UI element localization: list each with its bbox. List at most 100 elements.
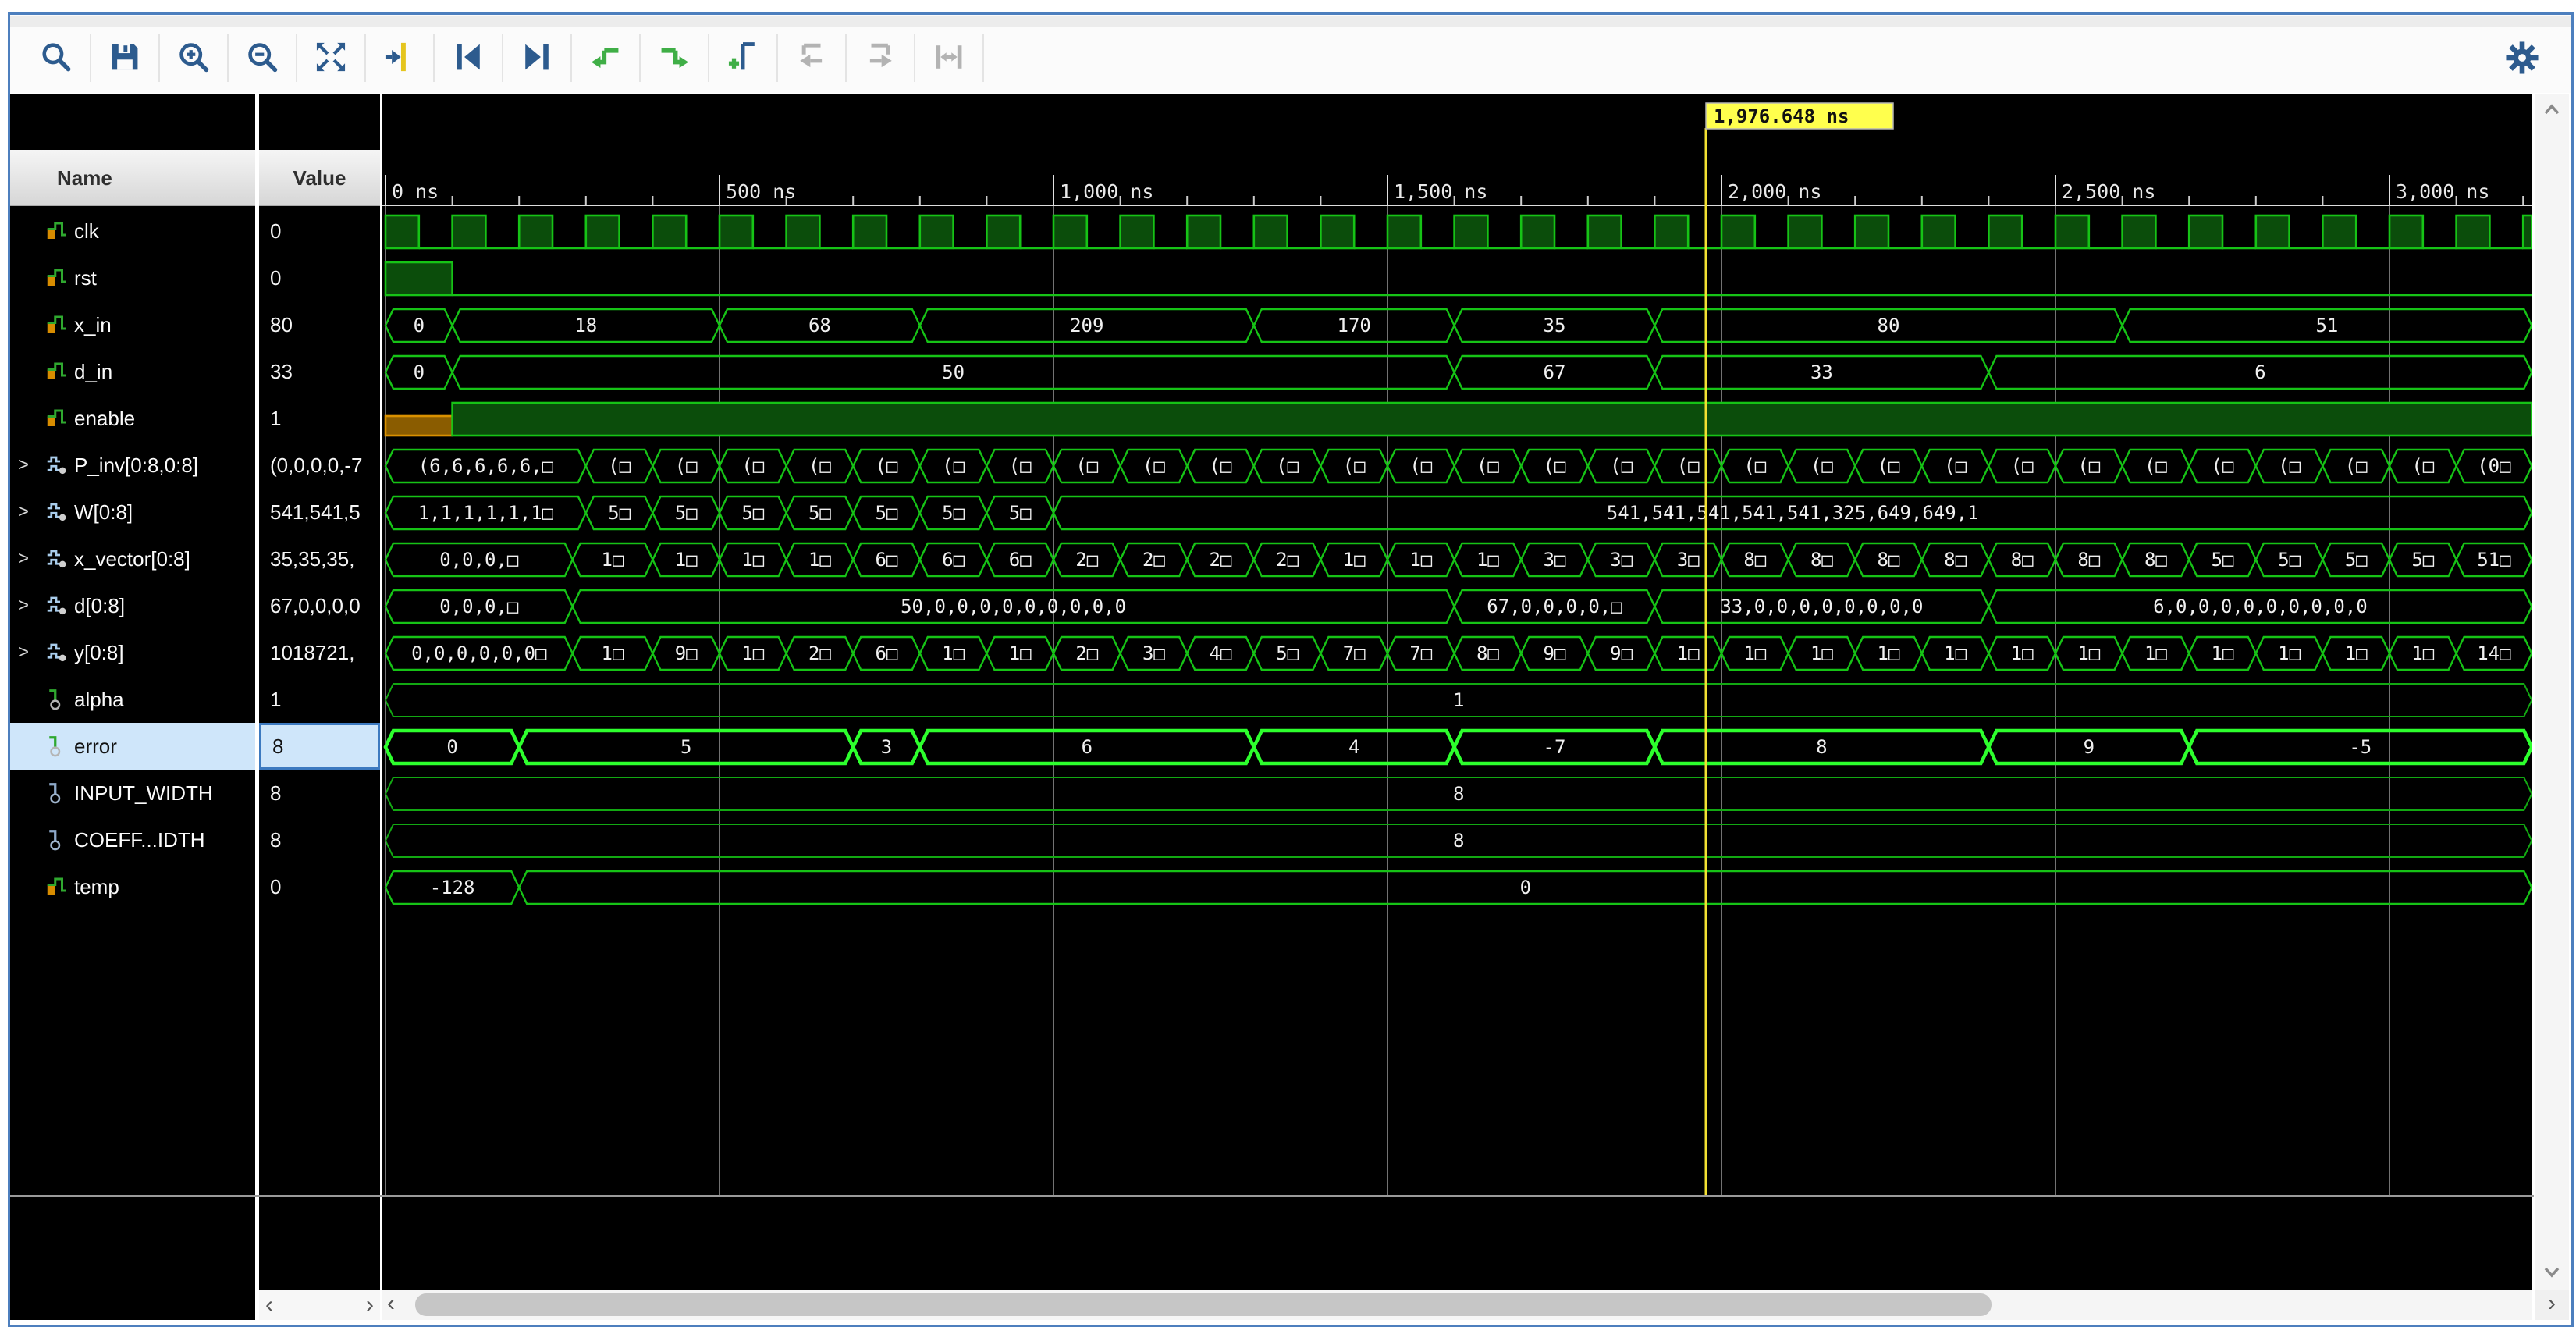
settings-button[interactable] [2495,35,2549,82]
add-marker-button[interactable] [709,34,778,82]
svg-text:67,0,0,0,0,□: 67,0,0,0,0,□ [1487,596,1622,617]
signal-row-clk[interactable]: clk [10,208,255,254]
signal-value-enable[interactable]: 1 [259,395,380,442]
signal-value-x_in[interactable]: 80 [259,301,380,348]
signal-row-alpha[interactable]: alpha [10,676,255,723]
svg-text:(□: (□ [2077,455,2100,477]
signal-value-W08[interactable]: 541,541,5 [259,489,380,535]
signal-value-rst[interactable]: 0 [259,254,380,301]
swap-previous-edge-button[interactable] [572,34,641,82]
signal-name-label: d_in [74,360,112,384]
scroll-down-icon[interactable] [2539,1260,2564,1283]
svg-text:8□: 8□ [1878,549,1900,571]
signal-value-temp[interactable]: 0 [259,863,380,910]
value-scroll-right-icon[interactable]: › [366,1292,374,1318]
real-signal-icon [44,688,74,711]
vertical-scrollbar[interactable] [2535,94,2569,1290]
signal-row-enable[interactable]: enable [10,395,255,442]
toolbar-top-strip [10,16,2571,27]
svg-text:(□: (□ [675,455,698,477]
svg-text:(□: (□ [1544,455,1566,477]
waveform-canvas[interactable]: 0 ns500 ns1,000 ns1,500 ns2,000 ns2,500 … [382,94,2532,1290]
wave-scroll-right-corner[interactable]: › [2535,1290,2569,1320]
expand-icon[interactable]: > [10,642,44,664]
svg-text:2□: 2□ [1075,642,1098,664]
scalar-signal-icon [44,875,74,898]
svg-text:1□: 1□ [942,642,965,664]
svg-text:(□: (□ [1210,455,1232,477]
zoom-out-button[interactable] [229,34,297,82]
svg-text:1□: 1□ [1878,642,1900,664]
go-right-disabled-button [847,34,915,82]
value-wave-splitter[interactable] [380,94,382,1320]
signal-value-alpha[interactable]: 1 [259,676,380,723]
svg-text:5□: 5□ [942,502,965,524]
svg-text:3□: 3□ [1142,642,1165,664]
svg-text:(□: (□ [1142,455,1165,477]
signal-row-W08[interactable]: >W[0:8] [10,489,255,535]
svg-text:1□: 1□ [675,549,698,571]
scalar-signal-icon [44,313,74,336]
expand-icon[interactable]: > [10,454,44,476]
svg-text:9□: 9□ [1544,642,1566,664]
signal-row-d_in[interactable]: d_in [10,348,255,395]
svg-text:8: 8 [1453,783,1464,805]
signal-row-x_vector08[interactable]: >x_vector[0:8] [10,535,255,582]
expand-icon[interactable]: > [10,595,44,617]
zoom-in-button[interactable] [160,34,229,82]
save-waveform-button[interactable] [91,34,160,82]
svg-text:9: 9 [2084,736,2095,758]
signal-value-error[interactable]: 8 [259,723,380,770]
signal-value-d_in[interactable]: 33 [259,348,380,395]
svg-text:(□: (□ [1810,455,1833,477]
svg-text:(□: (□ [2345,455,2368,477]
signal-row-d08[interactable]: >d[0:8] [10,582,255,629]
signal-value-d08[interactable]: 67,0,0,0,0 [259,582,380,629]
signal-value-COEFFIDTH[interactable]: 8 [259,816,380,863]
signal-row-INPUT_WIDTH[interactable]: INPUT_WIDTH [10,770,255,816]
zoom-fit-button[interactable] [297,34,366,82]
signal-value-x_vector08[interactable]: 35,35,35, [259,535,380,582]
previous-transition-button[interactable] [435,34,503,82]
name-value-splitter[interactable] [255,94,259,1320]
zoom-to-cursor-button[interactable] [366,34,435,82]
signal-row-rst[interactable]: rst [10,254,255,301]
signal-row-y08[interactable]: >y[0:8] [10,629,255,676]
svg-text:1□: 1□ [1009,642,1032,664]
next-transition-button[interactable] [503,34,572,82]
zoom-fit-icon [313,39,349,77]
signal-name-label: rst [74,266,97,290]
signal-row-x_in[interactable]: x_in [10,301,255,348]
wave-scroll-left-icon[interactable]: ‹ [387,1290,395,1320]
scalar-signal-icon [44,407,74,430]
signal-value-y08[interactable]: 1018721, [259,629,380,676]
expand-icon[interactable]: > [10,548,44,570]
scroll-up-icon[interactable] [2539,98,2564,122]
signal-row-P_inv0808[interactable]: >P_inv[0:8,0:8] [10,442,255,489]
svg-text:(□: (□ [942,455,965,477]
search-button[interactable] [23,34,91,82]
svg-text:1□: 1□ [1743,642,1766,664]
svg-text:3□: 3□ [1544,549,1566,571]
wave-horizontal-scrollbar[interactable]: ‹ [382,1290,2532,1320]
value-column-scrollbar[interactable]: ‹ › [259,1290,380,1320]
svg-text:6□: 6□ [876,549,898,571]
signal-row-error[interactable]: error [10,723,255,770]
svg-text:6□: 6□ [876,642,898,664]
signal-value-P_inv0808[interactable]: (0,0,0,0,-7 [259,442,380,489]
svg-text:1,1,1,1,1,1□: 1,1,1,1,1,1□ [418,502,554,524]
signal-row-temp[interactable]: temp [10,863,255,910]
svg-text:5□: 5□ [1009,502,1032,524]
swap-next-edge-button[interactable] [641,34,709,82]
value-scroll-left-icon[interactable]: ‹ [265,1292,273,1318]
signal-value-INPUT_WIDTH[interactable]: 8 [259,770,380,816]
signal-value-clk[interactable]: 0 [259,208,380,254]
zoom-in-icon [176,39,211,77]
expand-icon[interactable]: > [10,501,44,523]
svg-text:1□: 1□ [2077,642,2100,664]
param-signal-icon [44,781,74,805]
svg-text:0,0,0,□: 0,0,0,□ [439,596,519,617]
wave-scroll-thumb[interactable] [415,1293,1992,1316]
svg-text:2□: 2□ [1276,549,1299,571]
signal-row-COEFFIDTH[interactable]: COEFF...IDTH [10,816,255,863]
